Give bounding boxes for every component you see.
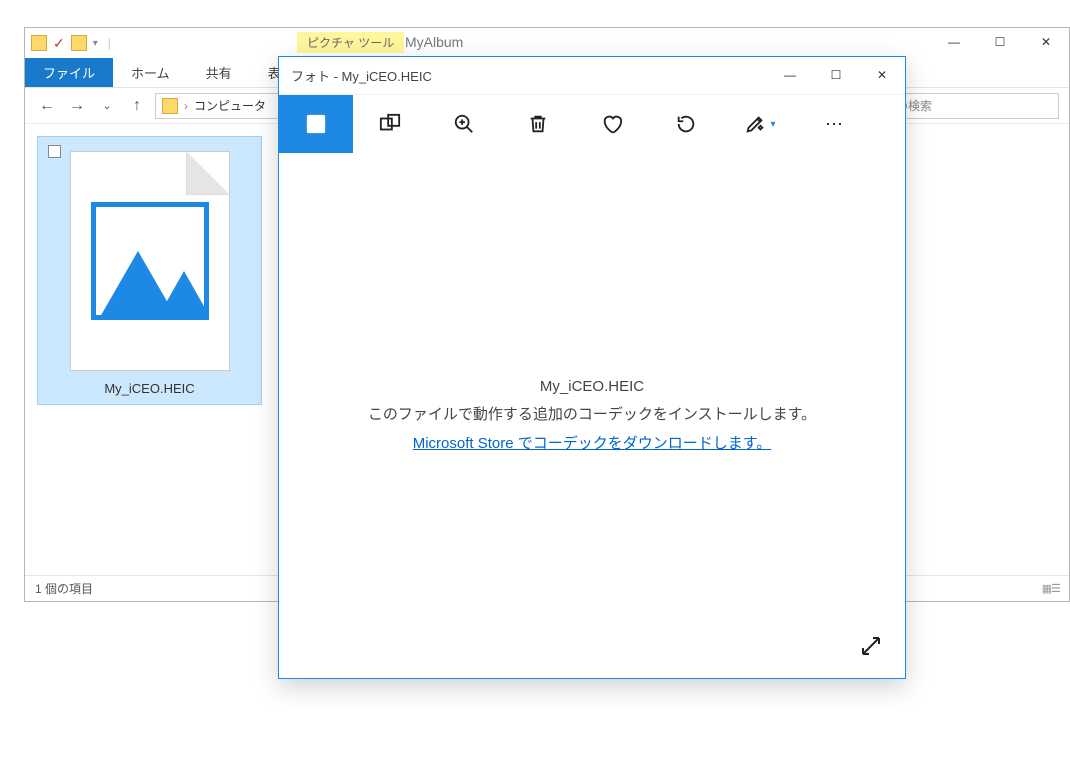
folder-icon [31, 35, 47, 51]
delete-button[interactable] [501, 95, 575, 153]
view-mode-icons[interactable]: ▦ ☰ [1042, 582, 1059, 595]
file-checkbox[interactable] [48, 145, 61, 158]
photos-title-text: フォト - My_iCEO.HEIC [291, 66, 432, 85]
up-button[interactable]: ↑ [125, 94, 149, 118]
tab-share[interactable]: 共有 [188, 58, 250, 87]
back-button[interactable]: ← [35, 94, 59, 118]
folder-icon [162, 98, 178, 114]
photos-app-window: フォト - My_iCEO.HEIC — ☐ ✕ ▾ ⋯ [278, 56, 906, 679]
window-title: MyAlbum [405, 34, 463, 50]
search-input[interactable]: の検索 [889, 93, 1059, 119]
ellipsis-icon: ⋯ [825, 114, 843, 135]
file-item[interactable]: My_iCEO.HEIC [37, 136, 262, 405]
edit-button[interactable]: ▾ [723, 95, 797, 153]
breadcrumb-separator: › [184, 99, 188, 113]
fullscreen-button[interactable] [857, 632, 885, 660]
tab-home[interactable]: ホーム [113, 58, 188, 87]
item-count: 1 個の項目 [35, 580, 93, 597]
image-icon [91, 202, 209, 320]
close-button[interactable]: ✕ [1023, 28, 1069, 56]
minimize-button[interactable]: — [767, 57, 813, 93]
view-image-button[interactable] [279, 95, 353, 153]
more-button[interactable]: ⋯ [797, 95, 871, 153]
check-icon: ✓ [53, 35, 65, 52]
photos-titlebar[interactable]: フォト - My_iCEO.HEIC — ☐ ✕ [279, 57, 905, 95]
picture-tools-tab[interactable]: ピクチャ ツール [297, 32, 404, 53]
qat-divider: | [108, 36, 111, 50]
zoom-button[interactable] [427, 95, 501, 153]
compare-button[interactable] [353, 95, 427, 153]
error-filename: My_iCEO.HEIC [540, 378, 644, 395]
photos-toolbar: ▾ ⋯ [279, 95, 905, 153]
store-link[interactable]: Microsoft Store でコーデックをダウンロードします。 [413, 432, 772, 453]
recent-dropdown[interactable]: ⌄ [95, 94, 119, 118]
chevron-down-icon: ▾ [770, 119, 775, 130]
explorer-titlebar[interactable]: ✓ ▾ | ピクチャ ツール MyAlbum — ☐ ✕ [25, 28, 1069, 58]
qat-dropdown-icon[interactable]: ▾ [93, 38, 98, 49]
photos-window-controls: — ☐ ✕ [767, 57, 905, 93]
rotate-button[interactable] [649, 95, 723, 153]
breadcrumb[interactable]: コンピュータ [194, 97, 266, 114]
file-name: My_iCEO.HEIC [104, 381, 194, 396]
explorer-window-controls: — ☐ ✕ [931, 28, 1069, 56]
maximize-button[interactable]: ☐ [813, 57, 859, 93]
maximize-button[interactable]: ☐ [977, 28, 1023, 56]
folder-icon [71, 35, 87, 51]
error-message: このファイルで動作する追加のコーデックをインストールします。 [368, 403, 816, 424]
close-button[interactable]: ✕ [859, 57, 905, 93]
file-thumbnail [70, 151, 230, 371]
photos-content: My_iCEO.HEIC このファイルで動作する追加のコーデックをインストールし… [279, 153, 905, 678]
minimize-button[interactable]: — [931, 28, 977, 56]
favorite-button[interactable] [575, 95, 649, 153]
forward-button[interactable]: → [65, 94, 89, 118]
tab-file[interactable]: ファイル [25, 58, 113, 87]
